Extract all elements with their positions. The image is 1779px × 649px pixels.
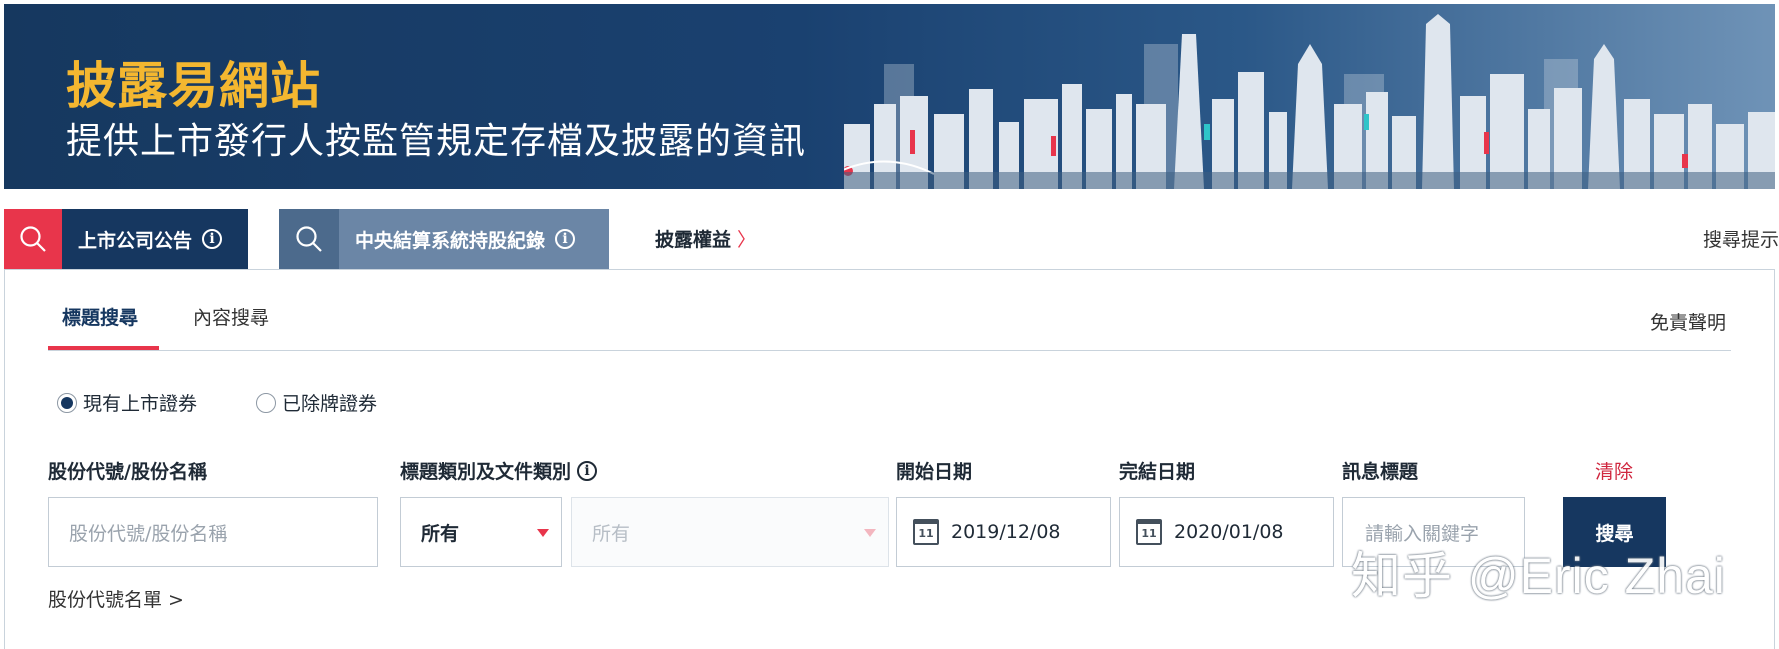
disclaimer-link[interactable]: 免責聲明: [1650, 308, 1726, 335]
info-icon[interactable]: i: [577, 460, 598, 481]
tab-listed-announcements[interactable]: 上市公司公告 i: [62, 209, 248, 269]
search-icon: [296, 226, 322, 252]
tab-ccass-label: 中央結算系統持股紀錄: [355, 229, 546, 252]
end-date-input[interactable]: 11 2020/01/08: [1119, 497, 1334, 567]
category-select-value: 所有: [421, 522, 460, 545]
end-date-value: 2020/01/08: [1174, 521, 1284, 543]
chevron-right-icon: 〉: [737, 229, 757, 251]
tab-disclosure-label: 披露權益: [655, 229, 732, 251]
banner: 披露易網站 提供上市發行人按監管規定存檔及披露的資訊: [4, 4, 1775, 189]
tab-content-search[interactable]: 內容搜尋: [193, 303, 269, 330]
clear-button[interactable]: 清除: [1595, 457, 1633, 484]
tab-listed-label: 上市公司公告: [78, 229, 193, 252]
tab-disclosure-of-interests[interactable]: 披露權益〉: [655, 225, 756, 252]
radio-current-securities[interactable]: 現有上市證券: [57, 389, 197, 416]
banner-subtitle: 提供上市發行人按監管規定存檔及披露的資訊: [66, 121, 807, 162]
info-icon[interactable]: i: [202, 229, 223, 249]
tab-ccass-search-icon-box[interactable]: [279, 209, 339, 269]
stock-code-input[interactable]: 股份代號/股份名稱: [48, 497, 378, 567]
radio-delisted-securities[interactable]: 已除牌證券: [256, 389, 377, 416]
divider: [48, 350, 1731, 351]
search-tips-link[interactable]: 搜尋提示: [1703, 225, 1779, 252]
search-icon: [20, 226, 46, 252]
headline-label: 訊息標題: [1342, 457, 1418, 484]
radio-delisted-label: 已除牌證券: [282, 393, 378, 415]
end-date-label: 完結日期: [1119, 457, 1195, 484]
category-label-text: 標題類別及文件類別: [400, 461, 572, 483]
calendar-icon[interactable]: 11: [913, 519, 939, 545]
headline-label-text: 訊息標題: [1342, 461, 1419, 483]
start-date-label-text: 開始日期: [896, 461, 973, 483]
stock-code-placeholder: 股份代號/股份名稱: [69, 522, 228, 545]
end-date-label-text: 完結日期: [1119, 461, 1196, 483]
start-date-input[interactable]: 11 2019/12/08: [896, 497, 1111, 567]
radio-current-label: 現有上市證券: [83, 393, 198, 415]
radio-button-checked[interactable]: [57, 392, 77, 413]
stock-label: 股份代號/股份名稱: [48, 457, 207, 484]
category-label: 標題類別及文件類別 i: [400, 457, 598, 484]
info-icon[interactable]: i: [555, 229, 576, 249]
radio-button-unchecked[interactable]: [256, 392, 276, 413]
calendar-icon[interactable]: 11: [1136, 519, 1162, 545]
start-date-value: 2019/12/08: [951, 521, 1061, 543]
watermark: 知乎 @Eric Zhai: [1351, 548, 1726, 604]
document-type-select: 所有: [571, 497, 889, 567]
tab-ccass[interactable]: 中央結算系統持股紀錄 i: [339, 209, 609, 269]
start-date-label: 開始日期: [896, 457, 972, 484]
tab-listed-search-icon-box[interactable]: [4, 209, 62, 269]
skyline-illustration: [844, 14, 1775, 189]
headline-category-select[interactable]: 所有: [400, 497, 562, 567]
banner-title: 披露易網站: [66, 57, 321, 115]
stock-code-list-link[interactable]: 股份代號名單 >: [48, 585, 184, 612]
doc-type-select-value: 所有: [592, 522, 631, 545]
tab-title-search[interactable]: 標題搜尋: [62, 303, 138, 330]
dropdown-arrow-icon: [537, 529, 549, 537]
stock-label-text: 股份代號/股份名稱: [48, 461, 207, 483]
dropdown-arrow-icon: [864, 529, 876, 537]
